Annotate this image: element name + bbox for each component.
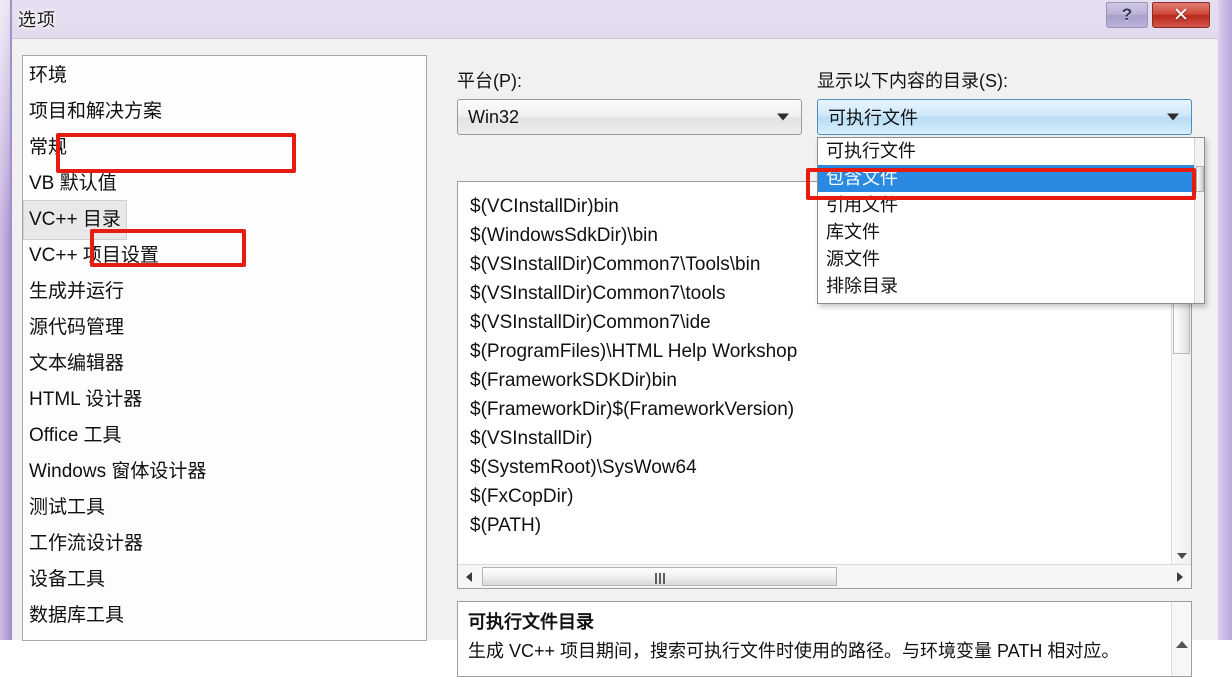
dropdown-option[interactable]: 引用文件 [818,192,1204,219]
tree-item[interactable]: VC++ 目录 [23,200,426,236]
tree-item-label: VC++ 项目设置 [23,236,165,276]
close-button[interactable]: ✕ [1152,2,1210,28]
chevron-down-icon [1177,553,1187,559]
directory-path-row[interactable]: $(VSInstallDir) [470,424,1172,453]
tree-item-label: 设备工具 [23,560,111,600]
platform-combobox[interactable]: Win32 [457,99,802,135]
tree-item[interactable]: HTML 设计器 [23,380,426,416]
chevron-down-icon [777,114,789,121]
tree-item-label: 环境 [23,56,73,96]
platform-label: 平台(P): [457,67,522,93]
tree-item-label: 工作流设计器 [23,524,149,564]
tree-item[interactable]: VC++ 项目设置 [23,236,426,272]
scroll-up-button[interactable] [1172,632,1191,656]
tree-item[interactable]: VB 默认值 [23,164,426,200]
description-scrollbar[interactable] [1171,602,1191,676]
directories-horizontal-scrollbar[interactable] [458,564,1191,588]
options-tree-list: 环境项目和解决方案常规VB 默认值VC++ 目录VC++ 项目设置生成并运行源代… [23,56,426,641]
dialog-client-area: 环境项目和解决方案常规VB 默认值VC++ 目录VC++ 项目设置生成并运行源代… [12,38,1218,640]
platform-value: Win32 [468,107,519,128]
tree-item-label: 生成并运行 [23,272,130,312]
description-panel: 可执行文件目录 生成 VC++ 项目期间，搜索可执行文件时使用的路径。与环境变量… [457,601,1192,677]
options-tree-panel[interactable]: 环境项目和解决方案常规VB 默认值VC++ 目录VC++ 项目设置生成并运行源代… [22,55,427,641]
directory-path-row[interactable]: $(FrameworkSDKDir)bin [470,366,1172,395]
dropdown-scrollbar[interactable] [1194,138,1204,303]
directory-path-row[interactable]: $(ProgramFiles)\HTML Help Workshop [470,337,1172,366]
dropdown-option[interactable]: 包含文件 [818,165,1204,192]
dropdown-option[interactable]: 排除目录 [818,273,1204,300]
tree-item-label: Office 工具 [23,416,128,456]
chevron-left-icon [466,572,472,582]
hscrollbar-thumb[interactable] [482,567,837,586]
description-title: 可执行文件目录 [468,608,594,634]
scroll-left-button[interactable] [458,565,480,588]
tree-item[interactable]: 项目和解决方案 [23,92,426,128]
dropdown-scrollbar-thumb[interactable] [1196,166,1204,192]
dropdown-options: 可执行文件包含文件引用文件库文件源文件排除目录 [818,138,1204,300]
dropdown-option[interactable]: 可执行文件 [818,138,1204,165]
tree-item-label: 数据库工具 [23,596,130,636]
chevron-right-icon [1177,572,1183,582]
tree-item[interactable]: 设备工具 [23,560,426,596]
tree-item[interactable]: 数据库工具 [23,596,426,632]
directory-path-row[interactable]: $(VSInstallDir)Common7\ide [470,308,1172,337]
options-dialog-window: 选项 ? ✕ 环境项目和解决方案常规VB 默认值VC++ 目录VC++ 项目设置… [0,0,1232,640]
tree-item-label: 文本编辑器 [23,344,130,384]
chevron-up-icon [1176,641,1188,648]
tree-item-label: 项目和解决方案 [23,92,168,132]
tree-item[interactable]: Office 工具 [23,416,426,452]
tree-item-label: 测试工具 [23,488,111,528]
tree-item-label: HTML 设计器 [23,380,148,420]
tree-item[interactable]: 测试工具 [23,488,426,524]
tree-item-label: Windows 窗体设计器 [23,452,212,492]
tree-item[interactable]: 源代码管理 [23,308,426,344]
tree-item[interactable]: 常规 [23,128,426,164]
directory-path-row[interactable]: $(SystemRoot)\SysWow64 [470,453,1172,482]
help-icon: ? [1122,5,1132,25]
options-right-pane: 平台(P): Win32 显示以下内容的目录(S): 可执行文件 可执行文件包含… [439,39,1218,641]
tree-item-label: 常规 [23,128,73,168]
scrollbar-grip-icon [655,573,666,584]
title-bar: 选项 ? ✕ [0,0,1232,38]
tree-item[interactable]: Windows 窗体设计器 [23,452,426,488]
tree-item-label: VC++ 目录 [23,200,127,240]
show-directories-combobox[interactable]: 可执行文件 [817,99,1192,135]
dropdown-option[interactable]: 库文件 [818,219,1204,246]
scroll-right-button[interactable] [1169,565,1191,588]
directory-path-row[interactable]: $(FrameworkDir)$(FrameworkVersion) [470,395,1172,424]
show-directories-label: 显示以下内容的目录(S): [817,67,1008,93]
dropdown-option[interactable]: 源文件 [818,246,1204,273]
window-title: 选项 [18,6,56,32]
tree-item-label: VB 默认值 [23,164,123,204]
tree-item[interactable]: 环境 [23,56,426,92]
close-icon: ✕ [1173,6,1189,25]
tree-item[interactable]: 生成并运行 [23,272,426,308]
tree-item[interactable]: 工作流设计器 [23,524,426,560]
chevron-down-icon [1167,114,1179,121]
show-directories-dropdown-list[interactable]: 可执行文件包含文件引用文件库文件源文件排除目录 [817,137,1205,304]
description-text: 生成 VC++ 项目期间，搜索可执行文件时使用的路径。与环境变量 PATH 相对… [468,636,1158,666]
directory-path-row[interactable]: $(PATH) [470,511,1172,540]
tree-item-label: 源代码管理 [23,308,130,348]
tree-item[interactable]: 文本编辑器 [23,344,426,380]
window-frame-right [1218,0,1232,640]
show-directories-value: 可执行文件 [828,104,918,130]
directory-path-row[interactable]: $(FxCopDir) [470,482,1172,511]
help-button[interactable]: ? [1106,2,1148,28]
